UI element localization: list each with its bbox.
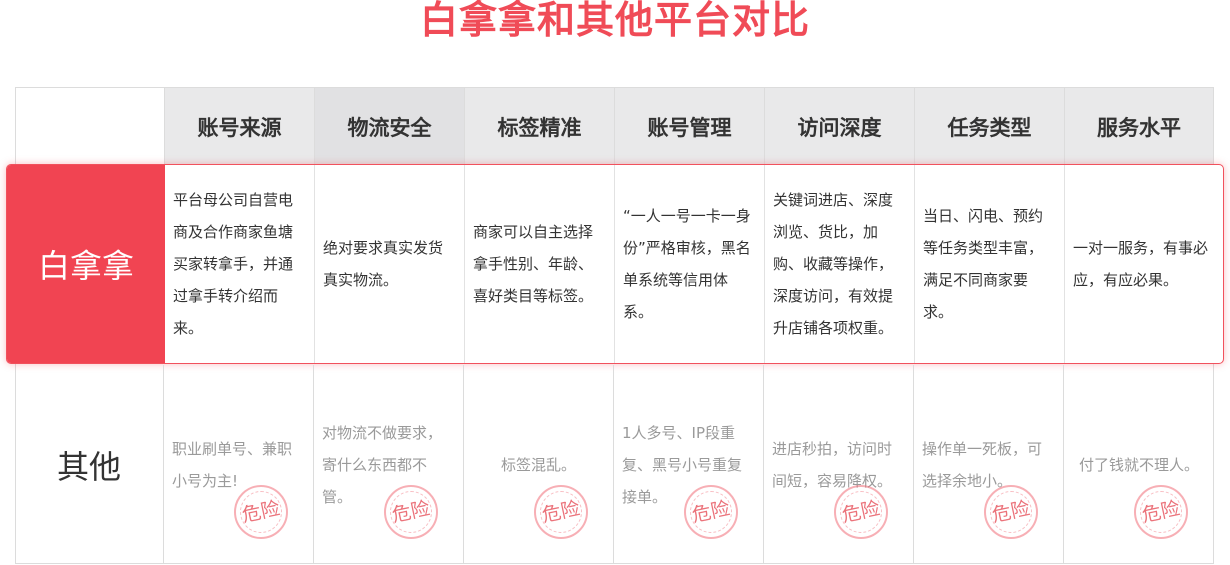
table-cell: 平台母公司自营电商及合作商家鱼塘买家转拿手，并通过拿手转介绍而来。 xyxy=(165,165,315,363)
column-header-logistics-safety: 物流安全 xyxy=(315,88,465,165)
row-label-bainana: 白拿拿 xyxy=(7,165,165,363)
column-header-service-level: 服务水平 xyxy=(1065,88,1213,165)
table-corner-cell xyxy=(16,88,165,165)
danger-stamp-icon: 危险 xyxy=(834,485,888,539)
column-header-account-source: 账号来源 xyxy=(165,88,315,165)
table-cell: 当日、闪电、预约等任务类型丰富，满足不同商家要求。 xyxy=(915,165,1065,363)
danger-stamp-icon: 危险 xyxy=(984,485,1038,539)
table-cell: “一人一号一卡一身份”严格审核，黑名单系统等信用体系。 xyxy=(615,165,765,363)
table-cell: 标签混乱。 危险 xyxy=(464,365,614,564)
danger-stamp-icon: 危险 xyxy=(234,485,288,539)
cell-text: 标签混乱。 xyxy=(500,455,576,474)
table-cell: 商家可以自主选择拿手性别、年龄、喜好类目等标签。 xyxy=(465,165,615,363)
column-header-account-management: 账号管理 xyxy=(615,88,765,165)
cell-text: 职业刷单号、兼职小号为主! xyxy=(172,439,293,490)
stamp-text: 危险 xyxy=(990,497,1032,527)
column-header-task-type: 任务类型 xyxy=(915,88,1065,165)
stamp-text: 危险 xyxy=(690,497,732,527)
danger-stamp-icon: 危险 xyxy=(534,485,588,539)
row-label-others: 其他 xyxy=(15,365,164,564)
stamp-text: 危险 xyxy=(240,497,282,527)
table-cell: 对物流不做要求，寄什么东西都不管。 危险 xyxy=(314,365,464,564)
danger-stamp-icon: 危险 xyxy=(384,485,438,539)
table-cell: 职业刷单号、兼职小号为主! 危险 xyxy=(164,365,314,564)
table-cell: 关键词进店、深度浏览、货比，加购、收藏等操作，深度访问，有效提升店铺各项权重。 xyxy=(765,165,915,363)
table-cell: 付了钱就不理人。 危险 xyxy=(1064,365,1214,564)
danger-stamp-icon: 危险 xyxy=(1134,485,1188,539)
table-cell: 一对一服务，有事必应，有应必果。 xyxy=(1073,239,1209,289)
danger-stamp-icon: 危险 xyxy=(684,485,738,539)
table-cell: 进店秒拍，访问时间短，容易降权。 危险 xyxy=(764,365,914,564)
page-title: 白拿拿和其他平台对比 xyxy=(419,0,810,42)
stamp-text: 危险 xyxy=(1140,497,1182,527)
table-cell: 操作单一死板，可选择余地小。 危险 xyxy=(914,365,1064,564)
stamp-text: 危险 xyxy=(540,497,582,527)
column-header-tag-accuracy: 标签精准 xyxy=(465,88,615,165)
stamp-text: 危险 xyxy=(390,497,432,527)
table-cell: 1人多号、IP段重复、黑号小号重复接单。 危险 xyxy=(614,365,764,564)
stamp-text: 危险 xyxy=(840,497,882,527)
column-header-visit-depth: 访问深度 xyxy=(765,88,915,165)
cell-text: 操作单一死板，可选择余地小。 xyxy=(922,439,1043,490)
table-cell: 绝对要求真实发货真实物流。 xyxy=(315,165,465,363)
cell-text: 进店秒拍，访问时间短，容易降权。 xyxy=(772,439,893,490)
cell-text: 付了钱就不理人。 xyxy=(1078,455,1199,474)
table-row-bainana: 白拿拿 平台母公司自营电商及合作商家鱼塘买家转拿手，并通过拿手转介绍而来。 绝对… xyxy=(6,164,1224,364)
